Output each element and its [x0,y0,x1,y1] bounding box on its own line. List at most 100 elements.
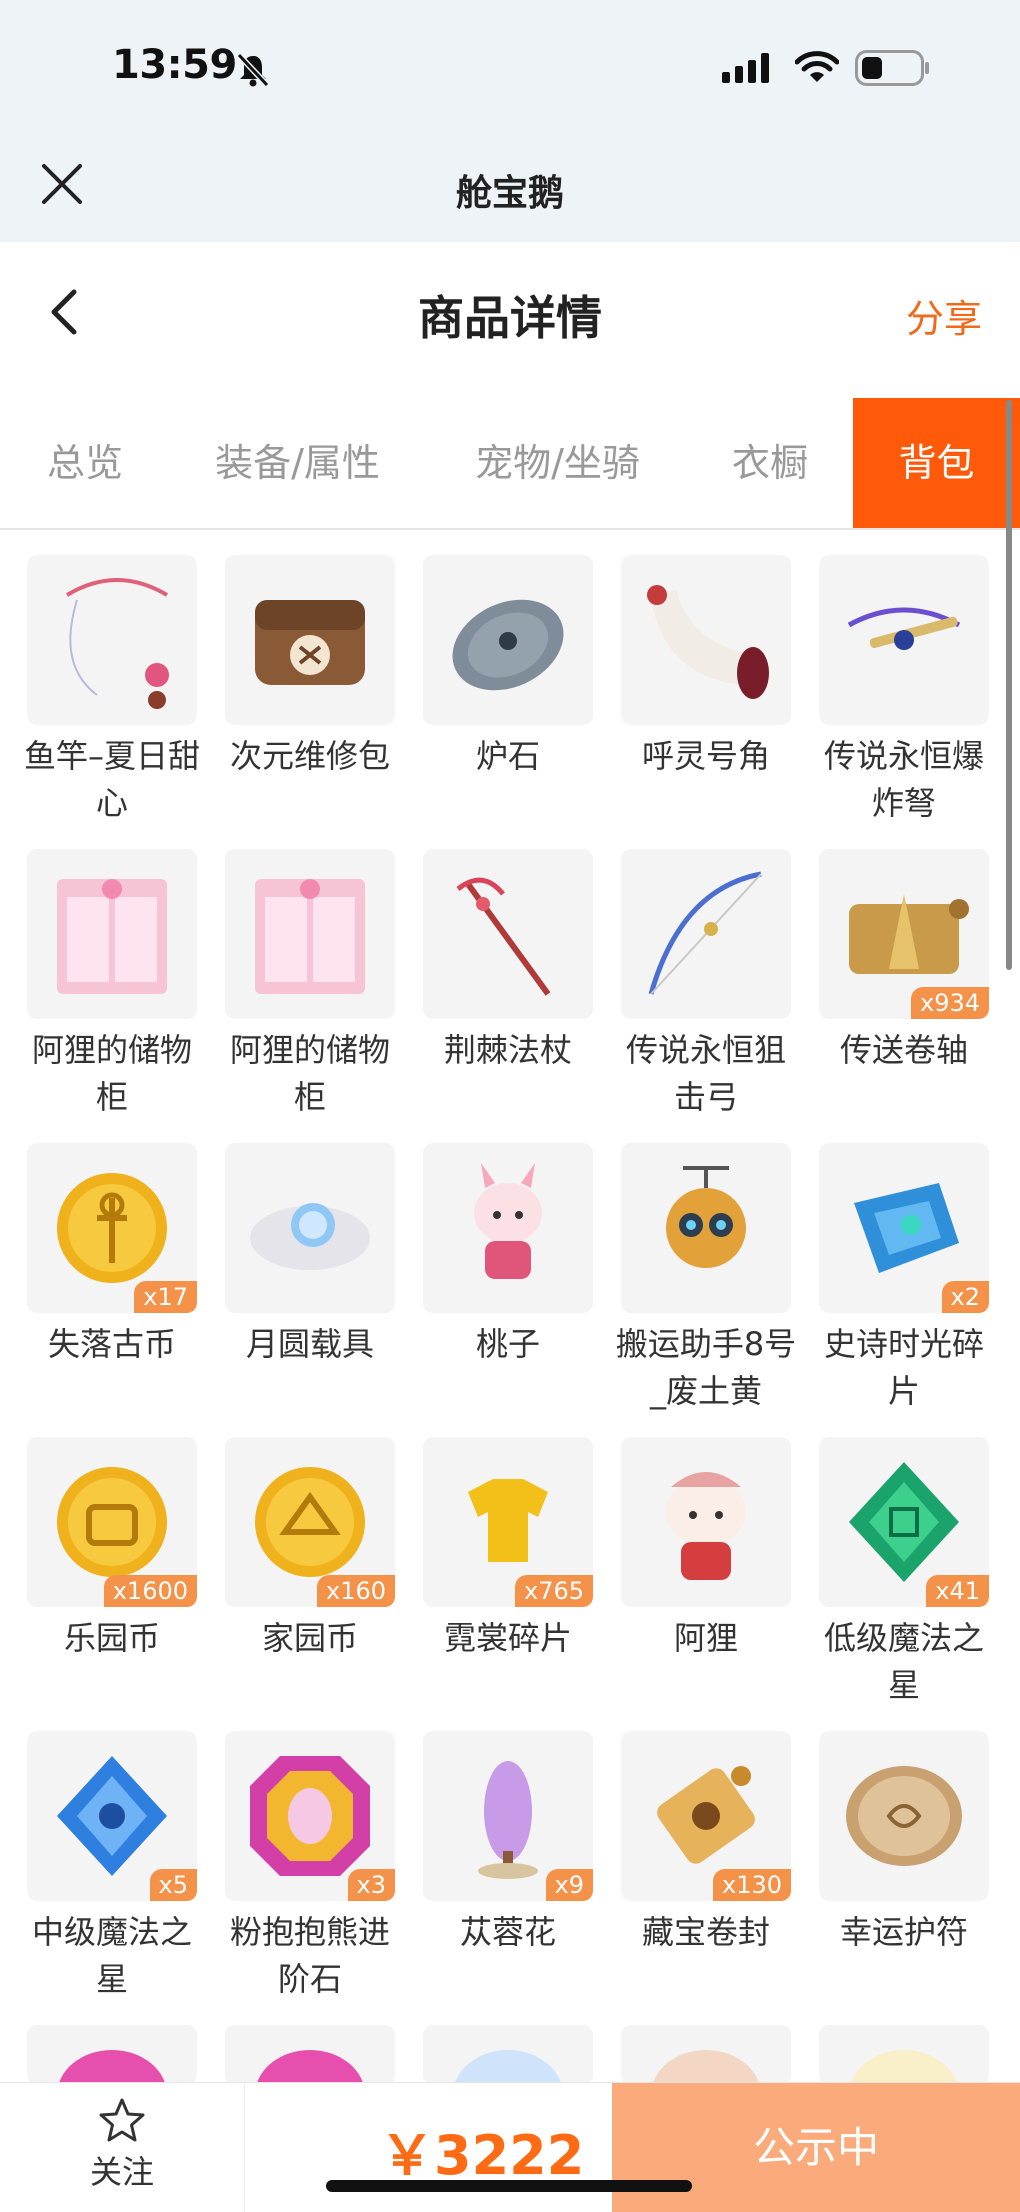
item-thumbnail [27,2025,197,2085]
item-quantity-badge: x9 [545,1869,593,1901]
item-thumbnail [423,849,593,1019]
item-thumbnail [27,849,197,1019]
item-name: 阿狸的储物柜 [31,1031,192,1116]
repair-kit-icon [255,600,365,685]
item-name: 鱼竿–夏日甜心 [23,737,200,822]
home-indicator[interactable] [326,2180,692,2192]
item-image-icon [652,2050,760,2085]
scrollbar[interactable] [1006,400,1012,970]
category-tabs: 总览 装备/属性 宠物/坐骑 衣橱 背包 [0,398,1020,530]
item-quantity-badge: x130 [712,1869,791,1901]
item-thumbnail: x1600 [27,1437,197,1607]
item-name: 霓裳碎片 [443,1619,572,1657]
item-thumbnail [621,1437,791,1607]
item-name: 传说永恒爆炸弩 [823,737,984,822]
item-thumbnail [621,1143,791,1313]
follow-label: 关注 [89,2153,154,2191]
item-thumbnail [423,555,593,725]
item-thumbnail: x934 [819,849,989,1019]
item-name: 阿狸的储物柜 [229,1031,390,1116]
item-name: 低级魔法之星 [823,1619,984,1704]
item-thumbnail: x9 [423,1731,593,1901]
item-image-icon [58,2050,166,2085]
item-name: 月圆载具 [245,1325,374,1363]
item-name: 炉石 [475,737,540,775]
hearthstone-icon [452,599,564,691]
tab-backpack[interactable]: 背包 [853,398,1020,528]
item-thumbnail [27,555,197,725]
item-thumbnail: x765 [423,1437,593,1607]
fishing-rod-icon [65,578,169,709]
horn-icon [647,585,769,699]
item-thumbnail [225,1143,395,1313]
item-name: 搬运助手8号_废土黄 [615,1325,797,1410]
item-name: 次元维修包 [229,737,390,775]
staff-icon [456,877,551,996]
item-thumbnail: x3 [225,1731,395,1901]
item-name: 家园币 [261,1619,358,1657]
item-name: 苁蓉花 [459,1913,556,1951]
item-thumbnail [423,2025,593,2085]
item-name: 阿狸 [673,1619,738,1657]
crossbow-icon [847,607,961,650]
star-icon [99,2098,145,2142]
wifi-icon [795,51,839,82]
item-name: 史诗时光碎片 [823,1325,984,1410]
item-thumbnail [621,849,791,1019]
moon-cloud-icon [250,1203,370,1270]
peach-character-icon [474,1163,542,1279]
item-name: 桃子 [475,1325,540,1363]
item-thumbnail: x2 [819,1143,989,1313]
item-name: 幸运护符 [839,1913,968,1951]
item-name: 荆棘法杖 [443,1031,572,1069]
tab-overview[interactable]: 总览 [0,398,170,528]
bell-muted-icon [236,52,270,88]
item-thumbnail: x160 [225,1437,395,1607]
item-quantity-badge: x3 [347,1869,395,1901]
item-image-icon [256,2050,364,2085]
item-thumbnail [819,555,989,725]
item-quantity-badge: x765 [514,1575,593,1607]
item-quantity-badge: x160 [316,1575,395,1607]
item-thumbnail [225,2025,395,2085]
item-thumbnail [819,2025,989,2085]
item-quantity-badge: x17 [134,1281,197,1313]
cabinet-icon [255,879,365,994]
item-quantity-badge: x41 [926,1575,989,1607]
tab-pets-mounts[interactable]: 宠物/坐骑 [425,398,690,528]
share-button[interactable]: 分享 [906,288,982,343]
tab-equipment[interactable]: 装备/属性 [170,398,425,528]
tab-wardrobe[interactable]: 衣橱 [690,398,850,528]
status-bar: 13:59 [0,0,1020,130]
item-name: 传说永恒狙击弓 [625,1031,786,1116]
item-thumbnail [621,2025,791,2085]
follow-button[interactable]: 关注 [0,2083,245,2212]
item-name: 中级魔法之星 [31,1913,192,1998]
item-image-icon [454,2050,562,2085]
public-status-button[interactable]: 公示中 [612,2083,1020,2212]
item-name: 乐园币 [63,1619,160,1657]
item-thumbnail [423,1143,593,1313]
item-image-icon [850,2050,958,2085]
status-time: 13:59 [112,42,237,88]
app-title: 舱宝鹅 [455,173,564,214]
item-name: 失落古币 [47,1325,176,1363]
bow-icon [648,871,762,995]
item-quantity-badge: x5 [149,1869,197,1901]
robot-icon [666,1166,746,1268]
item-thumbnail [225,555,395,725]
cabinet-icon [57,879,167,994]
page-header: 商品详情 分享 [0,242,1020,382]
item-name: 呼灵号角 [641,737,770,775]
item-thumbnail [819,1731,989,1901]
price: ￥3222 [380,2124,585,2187]
item-thumbnail: x130 [621,1731,791,1901]
item-thumbnail: x5 [27,1731,197,1901]
lucky-charm-icon [846,1766,962,1866]
item-thumbnail: x41 [819,1437,989,1607]
app-title-bar: 舱宝鹅 [0,130,1020,242]
page-title: 商品详情 [418,291,602,345]
item-name: 传送卷轴 [839,1031,968,1069]
ali-character-icon [666,1472,746,1580]
signal-icon [722,53,769,83]
